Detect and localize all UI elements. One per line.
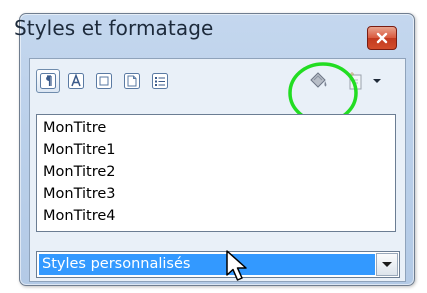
close-button[interactable] [367,26,397,50]
frame-styles-button[interactable] [92,69,116,93]
list-item[interactable]: MonTitre4 [43,208,116,224]
page-styles-button[interactable] [120,69,144,93]
dropdown-arrow-icon [373,79,381,83]
paragraph-styles-icon [40,73,56,89]
list-item[interactable]: MonTitre2 [43,164,116,180]
character-styles-icon [68,73,84,89]
style-filter-select[interactable]: Styles personnalisés [36,251,400,278]
list-item[interactable]: MonTitre1 [43,142,116,158]
list-item[interactable]: MonTitre [43,120,106,136]
character-styles-button[interactable] [64,69,88,93]
style-filter-value: Styles personnalisés [39,254,375,275]
toolbar-dropdown-button[interactable] [370,69,384,93]
style-filter-dropdown-button[interactable] [376,253,398,276]
frame-styles-icon [96,73,112,89]
style-list[interactable]: MonTitre MonTitre1 MonTitre2 MonTitre3 M… [36,114,396,232]
chevron-down-icon [382,262,392,267]
list-item[interactable]: MonTitre3 [43,186,116,202]
page-styles-icon [124,73,140,89]
window-title: Styles et formatage [14,16,214,40]
mouse-pointer-icon [226,250,247,281]
list-styles-icon [152,73,168,89]
close-icon [376,32,388,44]
list-styles-button[interactable] [148,69,172,93]
paragraph-styles-button[interactable] [36,69,60,93]
